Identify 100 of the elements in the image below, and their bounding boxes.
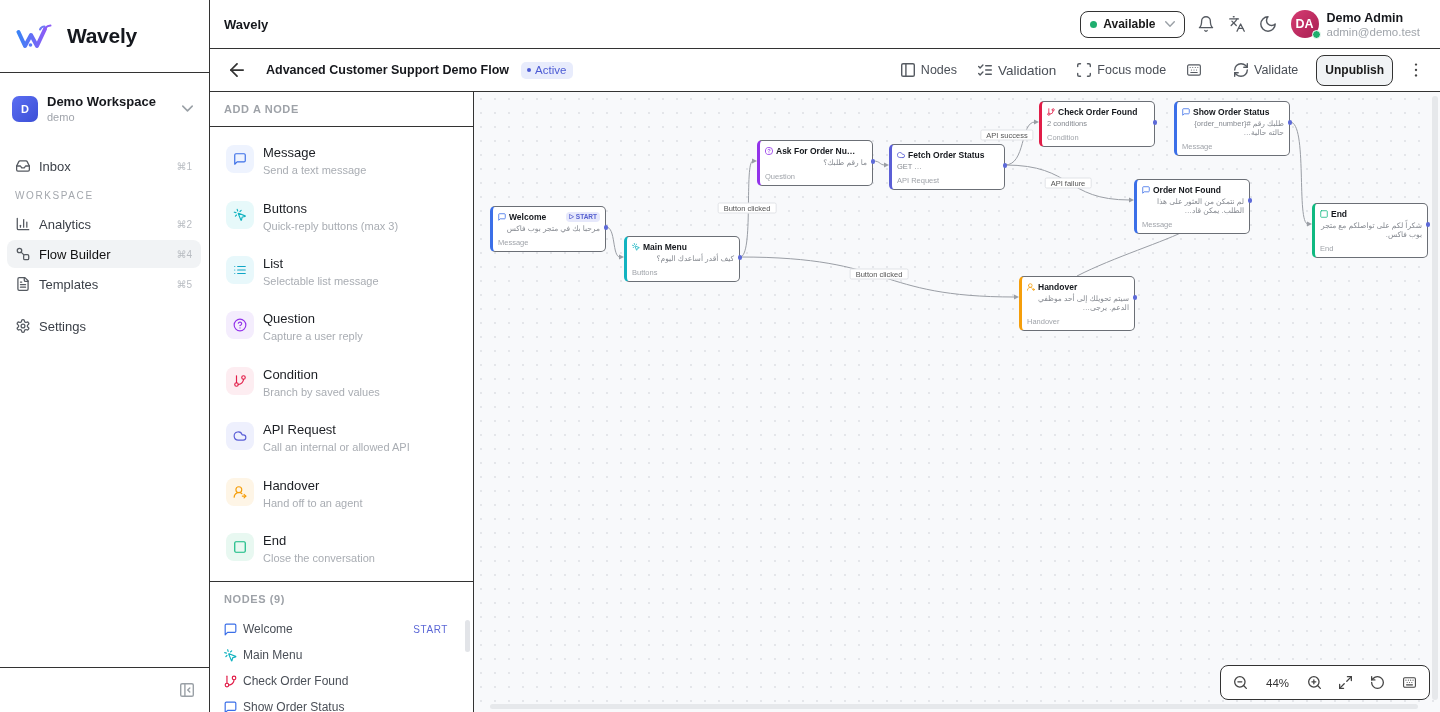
shortcut-hint: ⌘5 [176,278,192,290]
chat-bubble-icon [1182,107,1190,116]
toolbar-button[interactable]: Nodes [900,63,957,77]
user-email: admin@demo.test [1326,25,1420,38]
connection-handle[interactable] [1153,119,1157,125]
brand-name: Wavely [67,24,137,48]
more-options-icon[interactable] [1414,63,1418,77]
collapse-sidebar-icon[interactable] [180,683,194,697]
connection-handle[interactable] [1133,294,1137,300]
node-title: End [1331,208,1348,219]
connector-arrow [872,160,889,168]
node-type-option[interactable]: API Request Call an internal or allowed API [210,409,473,466]
document-icon [16,277,30,291]
node-title: Show Order Status [1193,106,1270,117]
toolbar-button[interactable]: Focus mode [1077,63,1167,77]
node-list-item[interactable]: Show Order Status [224,694,459,712]
section-heading: ADD A NODE [224,103,299,115]
shortcut-hint: ⌘4 [176,248,192,260]
keyboard-icon[interactable] [1402,676,1416,689]
chevron-down-icon [182,105,193,112]
flow-title: Advanced Customer Support Demo Flow [266,63,510,77]
flow-icon [16,247,30,261]
node-type-option[interactable]: Question Capture a user reply [210,299,473,355]
workspace-avatar: D [12,95,38,122]
connection-handle[interactable] [604,224,608,230]
node-list-item[interactable]: Main Menu [224,642,459,668]
cursor-click-icon [632,242,640,251]
toolbar-button[interactable]: Validation [978,62,1057,78]
chat-bubble-icon [224,622,237,636]
node-title: Fetch Order Status [908,149,985,160]
section-heading: WORKSPACE [15,190,94,201]
node-type-option[interactable]: Buttons Quick-reply buttons (max 3) [210,188,473,244]
node-list-item[interactable]: Welcome START [224,616,459,642]
section-heading: NODES (9) [224,593,286,605]
node-type-option[interactable]: Message Send a text message [210,133,473,189]
connection-handle[interactable] [1003,162,1007,168]
zoom-out-icon[interactable] [1234,676,1248,689]
connection-handle[interactable] [1288,119,1292,125]
focus-frame-icon [1077,63,1092,77]
cloud-icon [226,422,254,451]
question-icon [226,311,254,340]
branch-icon [1047,107,1055,116]
user-name: Demo Admin [1326,10,1405,25]
node-title: Check Order Found [1058,106,1138,117]
connection-handle[interactable] [1248,197,1252,203]
connection-handle[interactable] [738,254,742,260]
chat-bubble-icon [224,700,237,712]
validate-button[interactable]: Validate [1234,63,1299,77]
node-title: Order Not Found [1153,184,1221,195]
online-status-icon [1311,30,1321,39]
person-arrow-icon [1027,282,1035,291]
back-arrow-icon[interactable] [230,63,244,77]
node-type-option[interactable]: List Selectable list message [210,243,473,300]
user-avatar[interactable]: DA [1290,10,1319,38]
availability-select[interactable]: Available [1080,10,1185,38]
chat-bubble-icon [498,212,506,221]
shortcut-hint: ⌘2 [176,218,192,230]
branch-icon [224,674,237,688]
list-icon [226,255,254,284]
node-title: Main Menu [643,241,687,252]
connector-arrow [605,226,624,260]
status-dot-icon [1090,20,1098,28]
node-title: Handover [1038,281,1078,292]
node-list-item[interactable]: Check Order Found [224,668,459,694]
node-title: Ask For Order Nu… [776,145,856,156]
start-label: START [413,623,448,635]
zoom-in-icon[interactable] [1307,676,1321,689]
translate-icon[interactable] [1228,16,1245,32]
nav-item[interactable]: Templates ⌘5 [7,270,201,298]
nav-item[interactable]: Flow Builder ⌘4 [7,240,201,268]
bell-icon[interactable] [1197,16,1214,32]
reset-icon[interactable] [1371,676,1384,689]
chevron-down-icon [1164,21,1175,27]
connection-handle[interactable] [1426,221,1430,227]
moon-icon[interactable] [1259,16,1276,32]
nav-item[interactable]: Inbox ⌘1 [7,152,201,180]
play-icon [568,213,574,220]
connection-handle[interactable] [871,158,875,164]
workspace-switcher[interactable]: D Demo Workspace demo [0,73,209,130]
nav-item[interactable]: Analytics ⌘2 [7,210,201,238]
nav-item[interactable]: Settings [7,312,201,340]
branch-icon [226,366,254,395]
cursor-click-icon [224,648,237,662]
zoom-level: 44% [1266,676,1289,689]
node-type-option[interactable]: End Close the conversation [210,520,473,577]
keyboard-icon[interactable] [1187,63,1202,77]
cursor-click-icon [226,200,254,229]
status-dot-icon [527,68,532,72]
question-icon [765,146,773,155]
node-type-option[interactable]: Condition Branch by saved values [210,354,473,410]
refresh-icon [1234,63,1249,77]
scrollbar-thumb[interactable] [465,620,470,652]
inbox-icon [16,159,30,173]
unpublish-button[interactable]: Unpublish [1316,54,1393,86]
expand-icon[interactable] [1339,676,1353,689]
status-label: Active [535,64,567,76]
settings-icon [16,319,30,333]
chat-bubble-icon [226,145,254,174]
checklist-icon [978,63,992,77]
node-type-option[interactable]: Handover Hand off to an agent [210,465,473,521]
